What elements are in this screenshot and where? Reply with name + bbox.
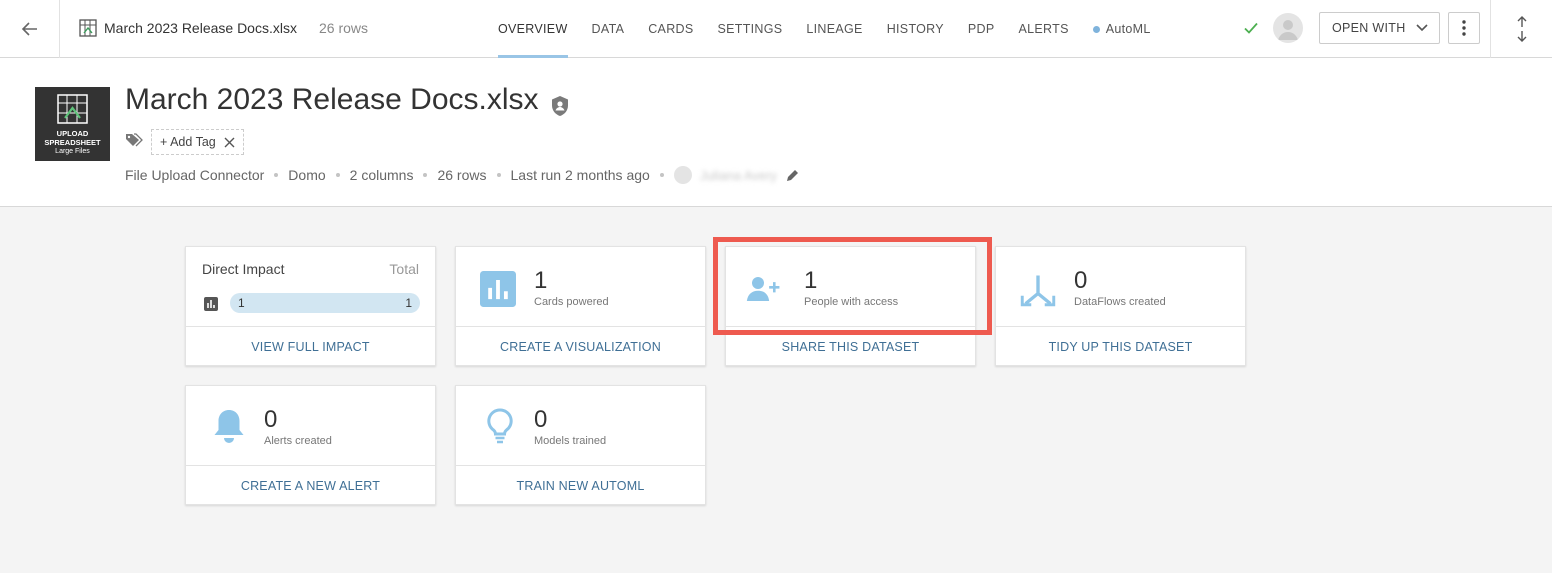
cards-powered-label: Cards powered [534,296,609,308]
train-automl-button[interactable]: TRAIN NEW AUTOML [456,466,705,505]
dataflow-icon [1020,275,1056,307]
back-button[interactable] [0,0,60,58]
close-icon[interactable] [224,137,235,148]
share-dataset-button[interactable]: SHARE THIS DATASET [726,327,975,366]
tab-alerts[interactable]: ALERTS [1007,0,1081,58]
models-card: 0 Models trained TRAIN NEW AUTOML [455,385,706,505]
add-tag-label: + Add Tag [160,135,216,149]
chevron-down-icon [1415,24,1428,32]
separator-dot [335,173,340,177]
logo-text-large-files: Large Files [55,148,90,155]
back-arrow-icon [21,22,37,36]
dataflows-count: 0 [1074,267,1088,294]
lightbulb-icon [487,408,513,444]
tab-history[interactable]: HISTORY [875,0,956,58]
tab-bar: OVERVIEW DATA CARDS SETTINGS LINEAGE HIS… [486,0,1163,58]
card-body: 1 Cards powered [456,247,705,327]
last-run: Last run 2 months ago [510,167,650,183]
cards-powered-count: 1 [534,267,548,294]
card-body: 1 People with access [726,247,975,327]
alerts-label: Alerts created [264,435,332,447]
owner-org: Domo [288,167,326,183]
impact-bar-value: 1 [238,296,245,310]
edit-pencil-icon[interactable] [785,168,800,183]
dataset-header: UPLOAD SPREADSHEET Large Files March 202… [0,58,1552,207]
expand-vertical-icon [1517,16,1526,42]
tab-automl[interactable]: AutoML [1081,0,1163,58]
create-alert-button[interactable]: CREATE A NEW ALERT [186,466,435,505]
dataset-meta: File Upload Connector Domo 2 columns 26 … [125,166,800,184]
tab-settings[interactable]: SETTINGS [706,0,795,58]
card-body: 0 Models trained [456,386,705,466]
impact-bar-total: 1 [405,296,412,310]
top-bar: March 2023 Release Docs.xlsx 26 rows OVE… [0,0,1552,58]
logo-text-spreadsheet: SPREADSHEET [44,138,101,147]
upload-spreadsheet-icon [57,94,88,124]
chart-icon [480,271,516,307]
kebab-menu-icon [1462,20,1466,36]
check-icon [1244,22,1258,34]
direct-impact-card: Direct Impact Total 1 1 VIEW FULL IMPACT [185,246,436,366]
tab-lineage[interactable]: LINEAGE [794,0,874,58]
connector-name[interactable]: File Upload Connector [125,167,264,183]
spreadsheet-icon [79,19,97,37]
impact-total-label: Total [389,261,419,277]
tab-overview[interactable]: OVERVIEW [486,0,580,58]
logo-text-upload: UPLOAD [56,129,89,138]
separator-dot [496,173,501,177]
add-user-icon [746,277,780,301]
add-tag-button[interactable]: + Add Tag [151,129,244,155]
owner-name[interactable]: Juliana Avery [700,168,777,183]
people-count: 1 [804,267,818,294]
open-with-button[interactable]: OPEN WITH [1319,12,1440,44]
page-title: March 2023 Release Docs.xlsx [125,83,539,116]
tab-cards[interactable]: CARDS [636,0,705,58]
row-count: 26 rows [319,20,369,36]
card-body: 0 Alerts created [186,386,435,466]
automl-status-dot [1092,25,1100,33]
dataflows-card: 0 DataFlows created TIDY UP THIS DATASET [995,246,1246,366]
column-count: 2 columns [349,167,414,183]
more-options-button[interactable] [1448,12,1480,44]
card-body: Direct Impact Total 1 1 [186,247,435,327]
open-with-label: OPEN WITH [1332,21,1406,35]
card-body: 0 DataFlows created [996,247,1245,327]
tidy-up-dataset-button[interactable]: TIDY UP THIS DATASET [996,327,1245,366]
tab-automl-label: AutoML [1105,22,1151,36]
alerts-count: 0 [264,406,278,433]
owner-avatar[interactable] [673,166,692,184]
bar-chart-icon [204,297,218,311]
dataflows-label: DataFlows created [1074,296,1166,308]
shield-icon[interactable] [550,95,570,117]
separator-dot [423,173,428,177]
cards-powered-card: 1 Cards powered CREATE A VISUALIZATION [455,246,706,366]
impact-bar[interactable]: 1 1 [230,293,420,313]
impact-title: Direct Impact [202,261,285,277]
expand-collapse-button[interactable] [1490,0,1552,58]
dataset-name: March 2023 Release Docs.xlsx [104,20,297,36]
alerts-card: 0 Alerts created CREATE A NEW ALERT [185,385,436,505]
separator-dot [274,173,279,177]
avatar[interactable] [1273,13,1303,43]
people-with-access-card: 1 People with access SHARE THIS DATASET [725,246,976,366]
separator-dot [659,173,664,177]
tab-pdp[interactable]: PDP [956,0,1007,58]
connector-logo: UPLOAD SPREADSHEET Large Files [35,87,110,161]
models-count: 0 [534,406,548,433]
tags-icon [126,133,143,147]
user-icon [1278,20,1298,40]
meta-row-count: 26 rows [437,167,487,183]
models-label: Models trained [534,435,607,447]
people-label: People with access [804,296,899,308]
view-full-impact-button[interactable]: VIEW FULL IMPACT [186,327,435,366]
bell-icon [214,410,244,443]
create-visualization-button[interactable]: CREATE A VISUALIZATION [456,327,705,366]
tab-data[interactable]: DATA [580,0,637,58]
